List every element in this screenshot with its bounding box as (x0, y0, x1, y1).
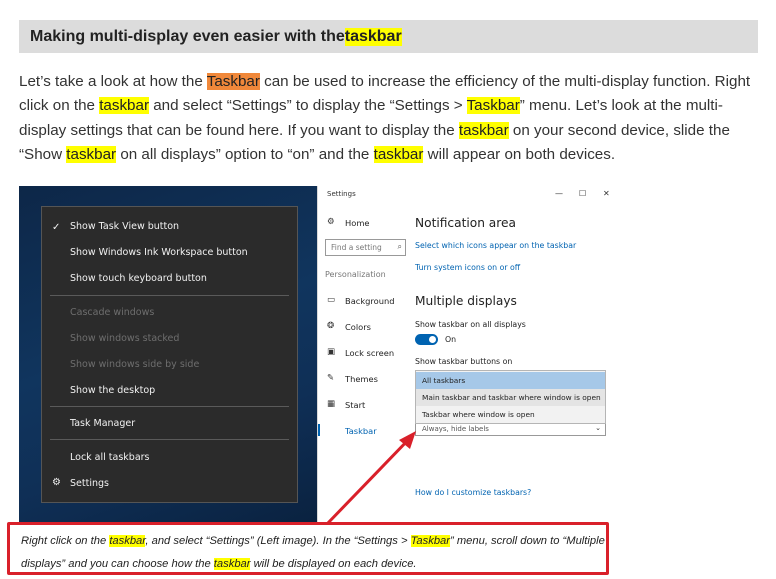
screenshot-figure: ✓ Show Task View button Show Windows Ink… (19, 186, 619, 523)
palette-icon: ❂ (327, 321, 335, 331)
show-all-displays-toggle[interactable] (415, 334, 438, 345)
intro-paragraph: Let’s take a look at how the Taskbar can… (19, 70, 764, 167)
customize-taskbars-link[interactable]: How do I customize taskbars? (415, 488, 531, 497)
intro-highlight: Taskbar (206, 73, 260, 90)
dropdown-option-window-only[interactable]: Taskbar where window is open (416, 406, 605, 423)
menu-divider (50, 406, 289, 407)
caption-text: will be displayed on each device. (250, 558, 417, 570)
sidebar-item-home[interactable]: Home (345, 218, 370, 228)
sidebar-item-colors[interactable]: Colors (345, 322, 371, 332)
menu-item-show-task-view[interactable]: Show Task View button (70, 221, 179, 232)
dropdown-option-main-and-window[interactable]: Main taskbar and taskbar where window is… (416, 389, 605, 406)
dropdown-option-all[interactable]: All taskbars (416, 372, 605, 389)
menu-item-side-by-side: Show windows side by side (70, 359, 200, 370)
intro-highlight: Taskbar (466, 97, 520, 115)
intro-highlight: taskbar (99, 97, 150, 115)
selected-indicator (318, 424, 320, 436)
caption-highlight: taskbar (109, 535, 146, 547)
menu-item-windows-stacked: Show windows stacked (70, 333, 180, 344)
sidebar-group-label: Personalization (325, 270, 386, 279)
intro-text: will appear on both devices. (423, 145, 616, 163)
menu-item-settings[interactable]: Settings (70, 478, 109, 489)
start-grid-icon: ▦ (327, 399, 336, 409)
intro-highlight: taskbar (373, 145, 424, 163)
combine-buttons-select[interactable]: Always, hide labels ⌄ (415, 423, 606, 436)
heading-text: Making multi-display even easier with th… (30, 27, 345, 45)
home-icon: ⚙ (327, 217, 335, 227)
monitor-icon: ▣ (327, 347, 336, 357)
menu-divider (50, 439, 289, 440)
taskbar-context-menu: ✓ Show Task View button Show Windows Ink… (41, 206, 298, 503)
heading-highlight: taskbar (344, 27, 402, 46)
settings-sidebar: ⚙ Home Find a setting ⌕ Personalization … (318, 186, 410, 523)
system-icons-link[interactable]: Turn system icons on or off (415, 263, 520, 272)
search-icon: ⌕ (397, 242, 402, 251)
show-all-displays-label: Show taskbar on all displays (415, 320, 526, 329)
combine-buttons-value: Always, hide labels (422, 425, 489, 433)
caption-text: , and select “Settings” (Left image). In… (145, 535, 411, 547)
sidebar-item-background[interactable]: Background (345, 296, 395, 306)
menu-item-show-desktop[interactable]: Show the desktop (70, 385, 155, 396)
multiple-displays-heading: Multiple displays (415, 294, 517, 308)
section-heading: Making multi-display even easier with th… (19, 20, 758, 53)
intro-text: and select “Settings” to display the “Se… (149, 97, 467, 115)
caption-text: Right click on the (21, 535, 110, 547)
find-setting-input[interactable]: Find a setting ⌕ (325, 239, 406, 256)
toggle-state: On (445, 335, 457, 344)
settings-content: Notification area Select which icons app… (415, 186, 620, 523)
menu-divider (50, 295, 289, 296)
sidebar-item-lock-screen[interactable]: Lock screen (345, 348, 394, 358)
intro-highlight: taskbar (66, 145, 117, 163)
intro-text: Let’s take a look at how the (19, 73, 207, 90)
menu-item-cascade-windows: Cascade windows (70, 307, 155, 318)
find-setting-placeholder: Find a setting (331, 243, 382, 252)
sidebar-item-taskbar[interactable]: Taskbar (345, 426, 377, 436)
sidebar-item-start[interactable]: Start (345, 400, 365, 410)
annotation-caption: Right click on the taskbar, and select “… (7, 522, 609, 575)
menu-item-show-ink-workspace[interactable]: Show Windows Ink Workspace button (70, 247, 248, 258)
desktop-background: ✓ Show Task View button Show Windows Ink… (19, 186, 317, 523)
menu-item-lock-taskbars[interactable]: Lock all taskbars (70, 452, 150, 463)
notification-area-heading: Notification area (415, 216, 516, 230)
intro-text: on all displays” option to “on” and the (116, 145, 374, 163)
taskbar-buttons-label: Show taskbar buttons on (415, 357, 513, 366)
sidebar-item-themes[interactable]: Themes (345, 374, 378, 384)
taskbar-buttons-dropdown[interactable]: All taskbars Main taskbar and taskbar wh… (415, 370, 606, 424)
brush-icon: ✎ (327, 373, 335, 383)
caption-highlight: taskbar (213, 558, 251, 570)
chevron-down-icon: ⌄ (595, 424, 601, 432)
check-icon: ✓ (52, 222, 61, 233)
settings-window: Settings — ☐ ✕ ⚙ Home Find a setting ⌕ P… (317, 186, 619, 523)
select-icons-link[interactable]: Select which icons appear on the taskbar (415, 241, 576, 250)
intro-highlight: taskbar (458, 121, 509, 139)
caption-highlight: Taskbar (410, 535, 450, 547)
gear-icon: ⚙ (52, 477, 61, 488)
picture-icon: ▭ (327, 295, 336, 305)
menu-item-task-manager[interactable]: Task Manager (70, 418, 135, 429)
menu-item-show-touch-keyboard[interactable]: Show touch keyboard button (70, 273, 207, 284)
